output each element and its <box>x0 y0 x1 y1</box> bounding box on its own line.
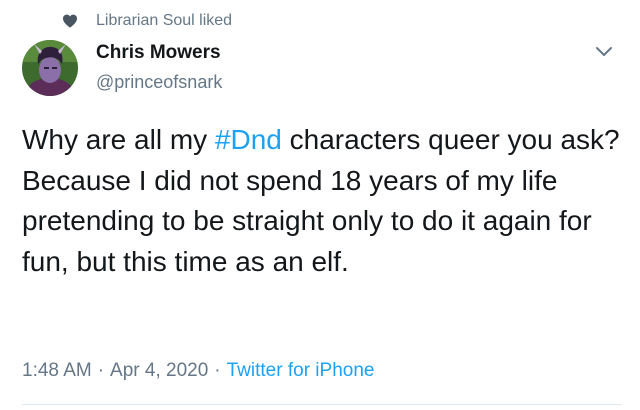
tweet-date[interactable]: Apr 4, 2020 <box>110 360 208 381</box>
divider <box>22 404 622 405</box>
tweet-meta: 1:48 AM · Apr 4, 2020 · Twitter for iPhone <box>22 358 374 384</box>
tweet-source-link[interactable]: Twitter for iPhone <box>227 360 375 381</box>
avatar[interactable] <box>22 40 78 96</box>
hashtag-link[interactable]: #Dnd <box>215 124 282 155</box>
avatar-image <box>22 40 78 96</box>
tweet-text: Why are all my #Dnd characters queer you… <box>22 120 622 282</box>
tweet-time[interactable]: 1:48 AM <box>22 360 92 381</box>
author-display-name[interactable]: Chris Mowers <box>96 40 221 66</box>
tweet-text-before: Why are all my <box>22 124 215 155</box>
social-context-text[interactable]: Librarian Soul liked <box>96 10 232 32</box>
heart-icon <box>63 14 77 28</box>
meta-separator: · <box>214 360 221 381</box>
chevron-down-icon[interactable] <box>594 44 614 58</box>
meta-separator: · <box>97 360 105 381</box>
author-handle[interactable]: @princeofsnark <box>96 70 222 94</box>
